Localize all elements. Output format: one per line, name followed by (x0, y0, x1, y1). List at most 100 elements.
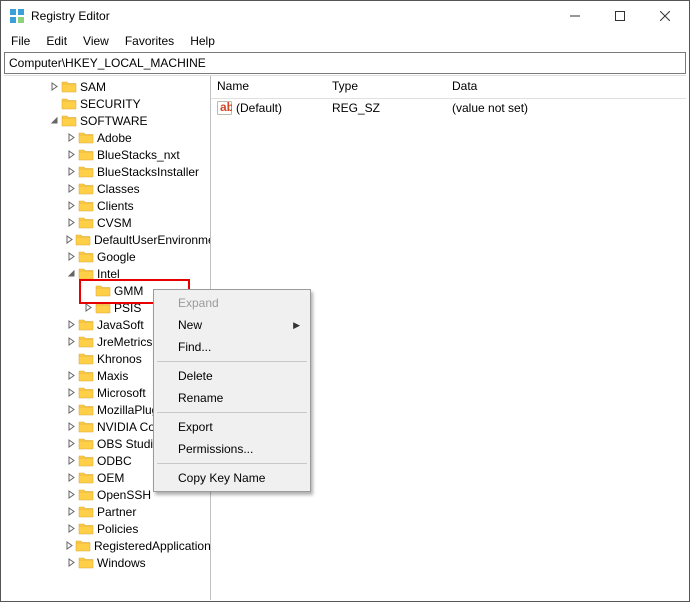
tree-item-label: OEM (97, 471, 124, 485)
expand-toggle[interactable] (65, 490, 77, 499)
content-area: SAM SECURITYSOFTWAREAdobeBlueStacks_nxt Bl… (4, 75, 686, 600)
tree-item-label: RegisteredApplications (94, 539, 211, 553)
column-type[interactable]: Type (326, 76, 446, 98)
folder-icon (78, 454, 94, 467)
expand-toggle[interactable] (65, 269, 77, 278)
tree-item-label: OBS Studio (97, 437, 160, 451)
folder-icon (78, 199, 94, 212)
folder-icon (78, 471, 94, 484)
expand-toggle[interactable] (65, 337, 77, 346)
tree-item-partner[interactable]: Partner (4, 503, 210, 520)
folder-icon (75, 539, 91, 552)
column-data[interactable]: Data (446, 76, 686, 98)
expand-toggle[interactable] (65, 320, 77, 329)
tree-item-label: BlueStacksInstaller (97, 165, 199, 179)
context-menu-rename[interactable]: Rename (156, 387, 308, 409)
expand-toggle[interactable] (65, 524, 77, 533)
tree-item-label: SECURITY (80, 97, 141, 111)
expand-toggle[interactable] (65, 201, 77, 210)
context-menu-new[interactable]: New▶ (156, 314, 308, 336)
expand-toggle[interactable] (48, 116, 60, 125)
folder-icon (61, 97, 77, 110)
tree-item-policies[interactable]: Policies (4, 520, 210, 537)
tree-item-adobe[interactable]: Adobe (4, 129, 210, 146)
menu-edit[interactable]: Edit (38, 33, 75, 49)
tree-item-defaultuserenvironment[interactable]: DefaultUserEnvironment (4, 231, 210, 248)
folder-icon (78, 369, 94, 382)
context-menu-find[interactable]: Find... (156, 336, 308, 358)
tree-item-label: Clients (97, 199, 134, 213)
folder-icon (61, 80, 77, 93)
tree-item-label: PSIS (114, 301, 141, 315)
folder-icon (78, 505, 94, 518)
close-button[interactable] (642, 1, 687, 31)
expand-toggle[interactable] (65, 541, 74, 550)
tree-item-label: Google (97, 250, 136, 264)
context-menu-copy-key-name[interactable]: Copy Key Name (156, 467, 308, 489)
expand-toggle[interactable] (65, 371, 77, 380)
address-bar[interactable]: Computer\HKEY_LOCAL_MACHINE (4, 52, 686, 74)
folder-icon (78, 403, 94, 416)
tree-item-label: Partner (97, 505, 136, 519)
tree-item-security[interactable]: SECURITY (4, 95, 210, 112)
expand-toggle[interactable] (65, 150, 77, 159)
tree-item-label: Maxis (97, 369, 128, 383)
expand-toggle[interactable] (65, 456, 77, 465)
expand-toggle[interactable] (65, 558, 77, 567)
folder-icon (61, 114, 77, 127)
folder-icon (78, 556, 94, 569)
menu-help[interactable]: Help (182, 33, 223, 49)
tree-item-software[interactable]: SOFTWARE (4, 112, 210, 129)
expand-toggle[interactable] (82, 303, 94, 312)
value-row[interactable]: ab (Default) REG_SZ (value not set) (211, 99, 686, 117)
expand-toggle[interactable] (65, 235, 74, 244)
folder-icon (78, 216, 94, 229)
context-menu-separator (157, 412, 307, 413)
folder-icon (78, 488, 94, 501)
expand-toggle[interactable] (65, 439, 77, 448)
expand-toggle[interactable] (65, 422, 77, 431)
expand-toggle[interactable] (48, 82, 60, 91)
folder-icon (78, 437, 94, 450)
expand-toggle[interactable] (65, 507, 77, 516)
minimize-button[interactable] (552, 1, 597, 31)
expand-toggle[interactable] (65, 473, 77, 482)
expand-toggle[interactable] (65, 388, 77, 397)
context-menu-expand: Expand (156, 292, 308, 314)
tree-item-google[interactable]: Google (4, 248, 210, 265)
address-path: Computer\HKEY_LOCAL_MACHINE (9, 56, 206, 70)
column-name[interactable]: Name (211, 76, 326, 98)
svg-text:ab: ab (220, 101, 232, 114)
maximize-button[interactable] (597, 1, 642, 31)
tree-item-label: Policies (97, 522, 138, 536)
tree-item-label: Microsoft (97, 386, 146, 400)
tree-item-label: Intel (97, 267, 120, 281)
menu-view[interactable]: View (75, 33, 117, 49)
folder-icon (78, 267, 94, 280)
context-menu-separator (157, 463, 307, 464)
value-type-cell: REG_SZ (326, 101, 446, 115)
context-menu-permissions[interactable]: Permissions... (156, 438, 308, 460)
tree-item-cvsm[interactable]: CVSM (4, 214, 210, 231)
expand-toggle[interactable] (65, 167, 77, 176)
expand-toggle[interactable] (65, 218, 77, 227)
tree-item-sam[interactable]: SAM (4, 78, 210, 95)
menubar: File Edit View Favorites Help (1, 31, 689, 51)
expand-toggle[interactable] (65, 405, 77, 414)
tree-item-bluestacks-nxt[interactable]: BlueStacks_nxt (4, 146, 210, 163)
menu-favorites[interactable]: Favorites (117, 33, 182, 49)
menu-file[interactable]: File (3, 33, 38, 49)
tree-item-classes[interactable]: Classes (4, 180, 210, 197)
tree-item-bluestacksinstaller[interactable]: BlueStacksInstaller (4, 163, 210, 180)
expand-toggle[interactable] (65, 184, 77, 193)
context-menu-delete[interactable]: Delete (156, 365, 308, 387)
tree-item-registeredapplications[interactable]: RegisteredApplications (4, 537, 210, 554)
value-data-cell: (value not set) (446, 101, 686, 115)
tree-item-windows[interactable]: Windows (4, 554, 210, 571)
tree-item-intel[interactable]: Intel (4, 265, 210, 282)
context-menu-export[interactable]: Export (156, 416, 308, 438)
expand-toggle[interactable] (65, 133, 77, 142)
tree-item-clients[interactable]: Clients (4, 197, 210, 214)
tree-item-label: DefaultUserEnvironment (94, 233, 211, 247)
expand-toggle[interactable] (65, 252, 77, 261)
